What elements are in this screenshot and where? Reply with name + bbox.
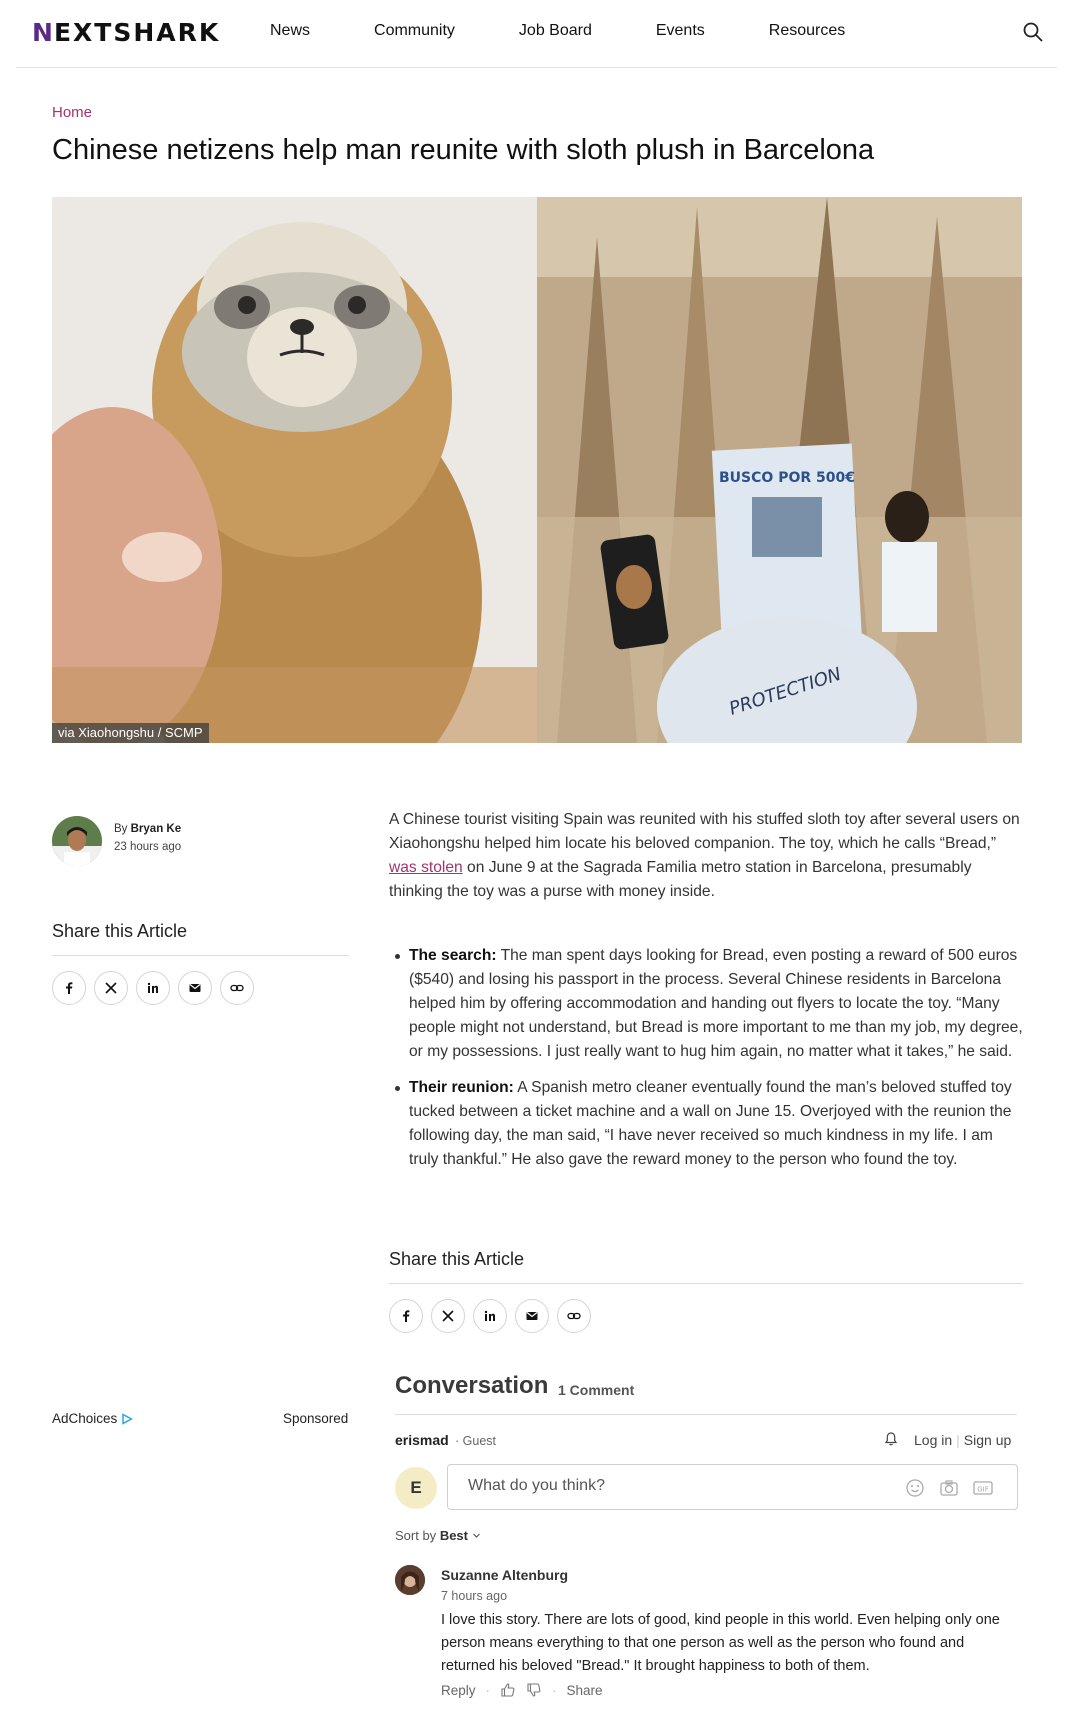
bullet-label: Their reunion: [409,1079,514,1096]
bullet-label: The search: [409,947,497,964]
intro-text-2: on June 9 at the Sagrada Familia metro s… [389,859,972,900]
facebook-icon [403,1310,410,1322]
comment-actions: Reply · · Share [441,1682,603,1698]
publish-time: 23 hours ago [114,841,182,853]
nav-resources[interactable]: Resources [769,22,845,40]
logo-letter-n: N [32,17,54,47]
current-username[interactable]: erismad [395,1432,449,1448]
article-intro: A Chinese tourist visiting Spain was reu… [389,808,1023,904]
commenter-avatar[interactable] [395,1565,425,1595]
share-buttons-bottom [389,1299,591,1333]
comment-time: 7 hours ago [441,1589,508,1603]
comment-input[interactable] [468,1477,848,1495]
bullet-text: The man spent days looking for Bread, ev… [409,947,1023,1060]
x-icon [442,1310,454,1322]
was-stolen-link[interactable]: was stolen [389,859,463,876]
share-x-button[interactable] [94,971,128,1005]
signup-link[interactable]: Sign up [964,1432,1011,1448]
nextshark-logo[interactable]: N EXTSHARK [32,17,221,47]
main-nav: News Community Job Board Events Resource… [270,22,909,40]
auth-links: Log in | Sign up [914,1432,1011,1448]
share-x-button[interactable] [431,1299,465,1333]
share-title-left: Share this Article [52,921,188,941]
nav-job-board[interactable]: Job Board [519,22,592,40]
sponsored-label: Sponsored [283,1411,349,1426]
site-header: N EXTSHARK News Community Job Board Event… [16,0,1057,68]
chevron-down-icon [472,1533,480,1538]
comment-text: I love this story. There are lots of goo… [441,1612,1000,1674]
share-title-bottom: Share this Article [389,1249,525,1269]
adchoices-link[interactable]: AdChoices [52,1411,134,1426]
nav-community[interactable]: Community [374,22,455,40]
conversation-divider [395,1414,1017,1415]
share-email-button[interactable] [178,971,212,1005]
sort-label: Sort by [395,1528,437,1543]
auth-separator: | [956,1432,960,1448]
mail-icon [189,984,201,992]
conversation-title: Conversation [395,1372,549,1399]
author-name[interactable]: Bryan Ke [131,823,182,835]
action-separator: · [552,1682,557,1698]
nav-events[interactable]: Events [656,22,705,40]
share-buttons-left [52,971,254,1005]
intro-paragraph: A Chinese tourist visiting Spain was reu… [389,808,1023,904]
link-icon [230,984,244,992]
comment-input-box[interactable]: GIF [447,1464,1018,1510]
bullet-search: The search: The man spent days looking f… [389,944,1023,1064]
reply-button[interactable]: Reply [441,1683,476,1698]
x-icon [105,982,117,994]
action-separator: · [485,1682,491,1698]
linkedin-icon [147,982,158,993]
adchoices-label: AdChoices [52,1411,118,1426]
search-icon[interactable] [1021,20,1045,44]
facebook-icon [66,982,73,994]
comment-share-button[interactable]: Share [567,1683,603,1698]
poster-text: BUSCO POR 500€ [719,470,855,486]
login-link[interactable]: Log in [914,1432,952,1448]
svg-text:GIF: GIF [977,1486,989,1494]
commenter-name[interactable]: Suzanne Altenburg [441,1567,568,1583]
byline-prefix: By [114,823,128,835]
page-title: Chinese netizens help man reunite with s… [52,134,875,166]
bell-icon[interactable] [883,1431,899,1447]
share-linkedin-button[interactable] [473,1299,507,1333]
share-facebook-button[interactable] [52,971,86,1005]
sort-control[interactable]: Sort by Best [395,1528,481,1543]
emoji-icon[interactable] [904,1477,926,1499]
adchoices-icon [122,1412,134,1425]
intro-text-1: A Chinese tourist visiting Spain was reu… [389,811,1020,852]
share-divider-left [52,955,349,956]
bullet-reunion: Their reunion: A Spanish metro cleaner e… [389,1076,1023,1172]
user-avatar: E [395,1467,437,1509]
share-linkedin-button[interactable] [136,971,170,1005]
thumbs-up-icon[interactable] [500,1682,516,1698]
breadcrumb-home[interactable]: Home [52,104,92,121]
article-bullets: The search: The man spent days looking f… [389,944,1023,1184]
hero-image: BUSCO POR 500€ PROTECTION via Xiaohongsh… [52,197,1022,743]
share-link-button[interactable] [557,1299,591,1333]
user-role: · Guest [455,1434,496,1448]
nav-news[interactable]: News [270,22,310,40]
comment-count: 1 Comment [558,1382,635,1398]
link-icon [567,1312,581,1320]
linkedin-icon [484,1310,495,1321]
gif-icon[interactable]: GIF [972,1477,994,1499]
share-facebook-button[interactable] [389,1299,423,1333]
camera-icon[interactable] [938,1477,960,1499]
author-avatar[interactable] [52,816,102,866]
user-role-text: Guest [462,1434,496,1448]
sloth-plush-photo [52,197,537,743]
thumbs-down-icon[interactable] [526,1682,542,1698]
share-link-button[interactable] [220,971,254,1005]
share-email-button[interactable] [515,1299,549,1333]
share-divider-bottom [389,1283,1023,1284]
image-credit: via Xiaohongshu / SCMP [52,723,209,743]
sagrada-familia-photo: BUSCO POR 500€ PROTECTION [537,197,1022,743]
logo-wordmark: EXTSHARK [53,17,221,47]
mail-icon [526,1312,538,1320]
byline: By Bryan Ke [114,823,181,835]
sort-value: Best [439,1528,468,1543]
